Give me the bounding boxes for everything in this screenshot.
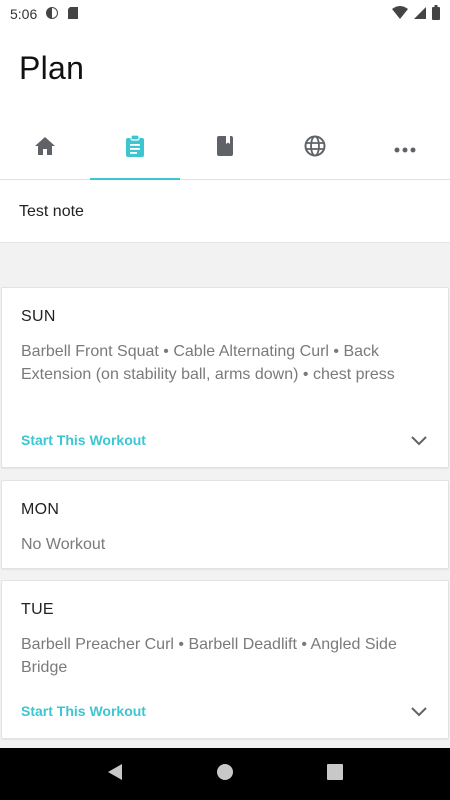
status-time: 5:06	[10, 6, 38, 22]
clipboard-icon	[125, 134, 145, 162]
day-label: TUE	[21, 601, 54, 618]
system-nav-bar	[0, 748, 450, 800]
recents-square-icon	[327, 763, 343, 785]
signal-icon	[413, 6, 427, 23]
exercise-list: Barbell Preacher Curl • Barbell Deadlift…	[21, 636, 397, 676]
page-title: Plan	[19, 50, 85, 86]
home-circle-icon	[216, 763, 234, 786]
tab-more[interactable]	[360, 118, 450, 179]
more-icon	[394, 140, 416, 158]
globe-icon	[304, 135, 326, 162]
tab-explore[interactable]	[270, 118, 360, 179]
day-card-tue[interactable]: TUE Barbell Preacher Curl • Barbell Dead…	[1, 580, 449, 739]
battery-icon	[432, 5, 440, 23]
start-workout-link[interactable]: Start This Workout	[21, 703, 146, 719]
day-card-sun[interactable]: SUN Barbell Front Squat • Cable Alternat…	[1, 287, 449, 468]
home-button[interactable]	[205, 754, 245, 794]
recents-button[interactable]	[315, 754, 355, 794]
circle-half-icon	[45, 6, 59, 23]
exercise-list: Barbell Front Squat • Cable Alternating …	[21, 343, 395, 383]
day-card-mon[interactable]: MON No Workout	[1, 480, 449, 569]
tab-home[interactable]	[0, 118, 90, 179]
exercise-list: No Workout	[21, 536, 106, 553]
status-bar: 5:06	[0, 0, 450, 28]
book-icon	[216, 135, 234, 162]
day-label: MON	[21, 501, 60, 518]
chevron-down-icon[interactable]	[410, 434, 428, 446]
plan-note[interactable]: Test note	[0, 181, 450, 243]
tab-library[interactable]	[180, 118, 270, 179]
tab-bar	[0, 118, 450, 180]
wifi-icon	[392, 5, 408, 23]
tab-plan[interactable]	[90, 118, 180, 180]
back-triangle-icon	[107, 763, 123, 786]
day-label: SUN	[21, 308, 56, 325]
sd-card-icon	[67, 6, 79, 23]
start-workout-link[interactable]: Start This Workout	[21, 432, 146, 448]
home-icon	[34, 136, 56, 161]
back-button[interactable]	[95, 754, 135, 794]
chevron-down-icon[interactable]	[410, 705, 428, 717]
